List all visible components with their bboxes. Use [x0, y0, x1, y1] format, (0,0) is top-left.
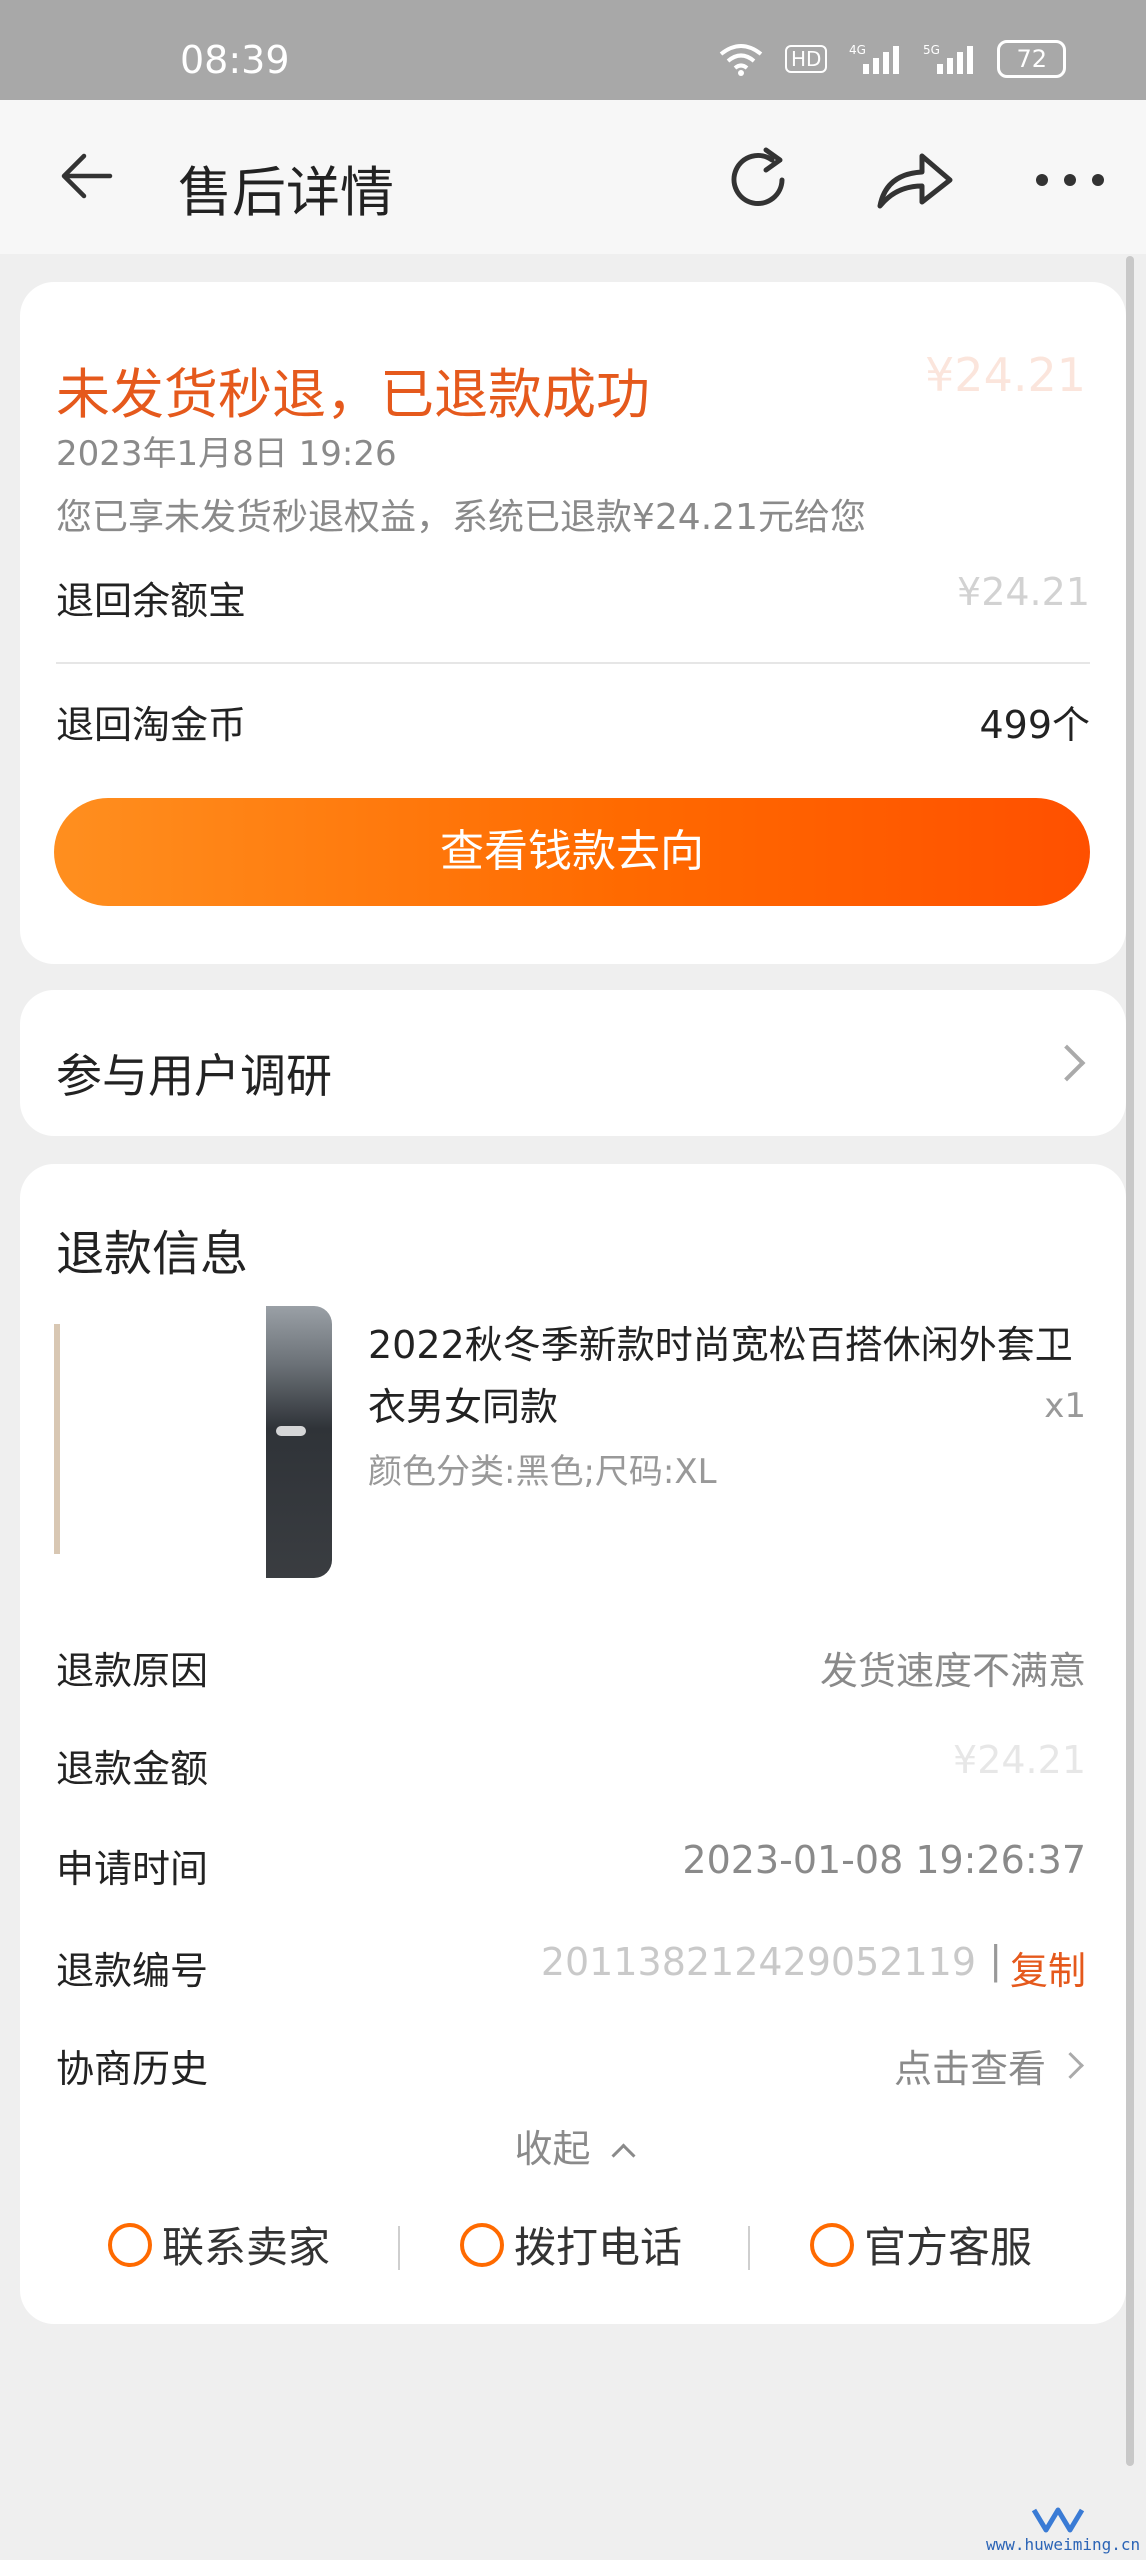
divider: [748, 2226, 750, 2270]
refund-status-title: 未发货秒退，已退款成功: [56, 363, 650, 426]
contact-seller-button[interactable]: 联系卖家: [108, 2214, 330, 2275]
refund-amount-label: 退款金额: [56, 1747, 209, 1791]
status-icons: HD 4G 5G 72: [719, 40, 1066, 78]
chevron-up-icon: [611, 2143, 636, 2168]
coins-return-label: 退回淘金币: [56, 703, 247, 747]
coins-return-value: 499个: [979, 703, 1090, 747]
signal-5g-icon: 5G: [923, 43, 974, 74]
scrollbar[interactable]: [1126, 256, 1134, 2466]
collapse-label: 收起: [514, 2127, 591, 2171]
refresh-icon[interactable]: [720, 140, 800, 220]
wifi-icon: [719, 44, 763, 76]
copy-button[interactable]: 复制: [1010, 1940, 1086, 1995]
negotiation-history-label: 协商历史: [56, 2047, 209, 2091]
official-support-button[interactable]: 官方客服: [810, 2214, 1032, 2275]
divider: [398, 2226, 400, 2270]
product-image[interactable]: [266, 1306, 332, 1578]
headset-icon: [810, 2222, 854, 2267]
refund-amount-value: ¥24.21: [953, 1738, 1086, 1782]
refund-number-value: 201138212429052119: [540, 1940, 976, 1984]
page-title: 售后详情: [178, 161, 394, 224]
status-bar: 08:39 HD 4G 5G 72: [0, 0, 1146, 100]
refund-reason-value: 发货速度不满意: [819, 1649, 1086, 1693]
copy-separator: |: [989, 1938, 1002, 1982]
survey-label: 参与用户调研: [56, 1049, 332, 1103]
product-sku: 颜色分类:黑色;尺码:XL: [368, 1452, 717, 1492]
divider: [56, 662, 1090, 664]
call-phone-button[interactable]: 拨打电话: [460, 2214, 682, 2275]
refund-description: 您已享未发货秒退权益，系统已退款¥24.21元给您: [56, 497, 866, 538]
section-title: 退款信息: [56, 1226, 249, 1282]
watermark-logo: www.huweiming.cn: [986, 2504, 1140, 2554]
refund-amount-header: ¥24.21: [925, 348, 1086, 402]
header-bar: 售后详情: [0, 100, 1146, 254]
refund-date: 2023年1月8日 19:26: [56, 434, 397, 474]
official-support-label: 官方客服: [864, 2223, 1033, 2272]
collapse-toggle[interactable]: 收起: [20, 2118, 1126, 2173]
apply-time-label: 申请时间: [56, 1847, 209, 1891]
chevron-right-icon: [1048, 1044, 1086, 1082]
clock: 08:39: [180, 38, 290, 82]
signal-4g-icon: 4G: [849, 43, 900, 74]
product-quantity: x1: [1044, 1386, 1086, 1426]
product-name[interactable]: 2022秋冬季新款时尚宽松百搭休闲外套卫衣男女同款: [368, 1314, 1098, 1438]
refund-number-label: 退款编号: [56, 1949, 209, 1993]
share-icon[interactable]: [872, 140, 958, 220]
svg-text:5G: 5G: [923, 43, 940, 57]
survey-card[interactable]: 参与用户调研: [20, 990, 1126, 1136]
refund-destination-value: ¥24.21: [957, 570, 1090, 614]
view-money-flow-button[interactable]: 查看钱款去向: [54, 798, 1090, 906]
chevron-right-icon: [1057, 2052, 1084, 2079]
more-icon[interactable]: [1030, 156, 1110, 204]
negotiation-history-link[interactable]: 点击查看: [894, 2038, 1046, 2093]
refund-destination-label: 退回余额宝: [56, 579, 247, 623]
battery-indicator: 72: [997, 40, 1066, 78]
chat-icon: [108, 2222, 152, 2267]
contact-seller-label: 联系卖家: [162, 2223, 331, 2272]
refund-info-card: 退款信息 2022秋冬季新款时尚宽松百搭休闲外套卫衣男女同款 x1 颜色分类:黑…: [20, 1164, 1126, 2324]
refund-reason-label: 退款原因: [56, 1649, 209, 1693]
back-arrow-icon[interactable]: [56, 146, 116, 206]
refund-status-card: 未发货秒退，已退款成功 ¥24.21 2023年1月8日 19:26 您已享未发…: [20, 282, 1126, 964]
product-image-edge: [54, 1324, 60, 1554]
hd-icon: HD: [785, 45, 828, 73]
contact-actions: 联系卖家 拨打电话 官方客服: [20, 2214, 1126, 2284]
svg-text:4G: 4G: [849, 43, 866, 57]
apply-time-value: 2023-01-08 19:26:37: [682, 1838, 1086, 1882]
phone-icon: [460, 2222, 504, 2267]
call-phone-label: 拨打电话: [514, 2223, 683, 2272]
watermark-text: www.huweiming.cn: [986, 2535, 1141, 2554]
